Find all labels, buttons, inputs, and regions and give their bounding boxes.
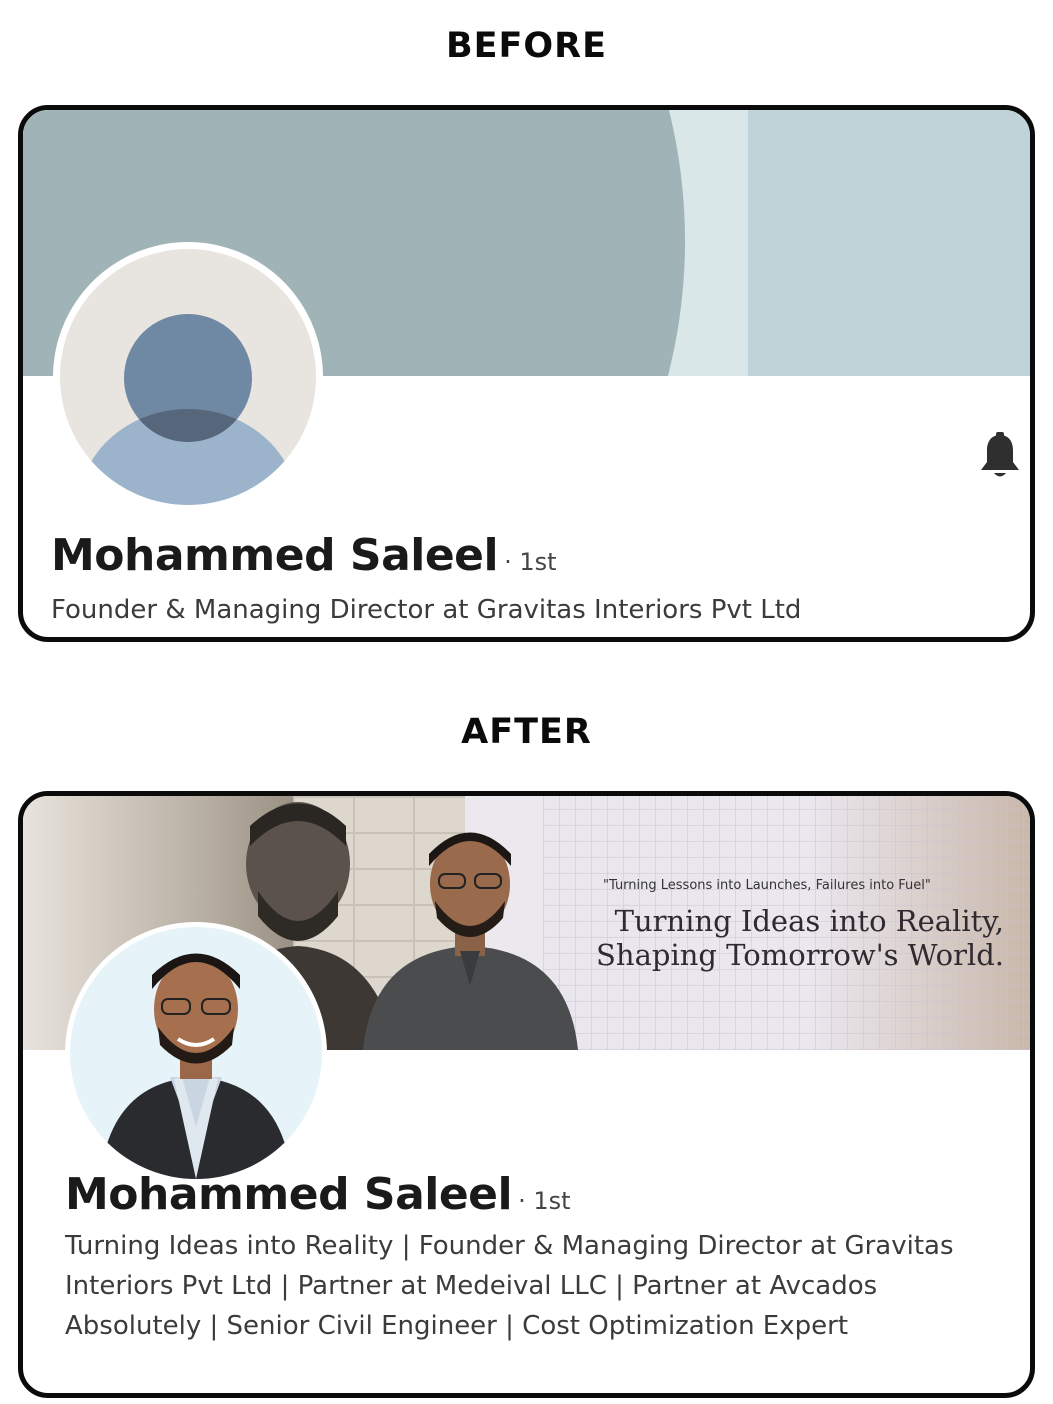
profile-headline: Turning Ideas into Reality | Founder & M… bbox=[65, 1231, 954, 1341]
profile-name[interactable]: Mohammed Saleel bbox=[51, 530, 499, 581]
after-heading: AFTER bbox=[461, 712, 592, 752]
profile-person-photo bbox=[100, 953, 292, 1179]
profile-name-row: Mohammed Saleel · 1st bbox=[65, 1169, 571, 1220]
before-profile-card: Mohammed Saleel · 1st Founder & Managing … bbox=[18, 105, 1035, 642]
profile-headline: Founder & Managing Director at Gravitas … bbox=[51, 595, 802, 625]
banner-tagline-line2: Shaping Tomorrow's World. bbox=[596, 938, 1004, 972]
profile-photo[interactable] bbox=[65, 922, 327, 1184]
connection-degree: · 1st bbox=[504, 548, 557, 576]
bell-icon[interactable] bbox=[978, 432, 1022, 480]
avatar-overlap-shape bbox=[124, 314, 252, 442]
after-profile-card: "Turning Lessons into Launches, Failures… bbox=[18, 791, 1035, 1398]
banner-quote: "Turning Lessons into Launches, Failures… bbox=[603, 878, 931, 893]
banner-tagline-line1: Turning Ideas into Reality, bbox=[614, 904, 1004, 938]
default-avatar-icon[interactable] bbox=[53, 242, 323, 512]
banner-tagline: Turning Ideas into Reality, Shaping Tomo… bbox=[596, 904, 1004, 972]
profile-name[interactable]: Mohammed Saleel bbox=[65, 1169, 513, 1220]
connection-degree: · 1st bbox=[518, 1187, 571, 1215]
banner-person-photo bbox=[363, 832, 578, 1050]
before-heading: BEFORE bbox=[445, 26, 608, 66]
profile-name-row: Mohammed Saleel · 1st bbox=[51, 530, 557, 581]
